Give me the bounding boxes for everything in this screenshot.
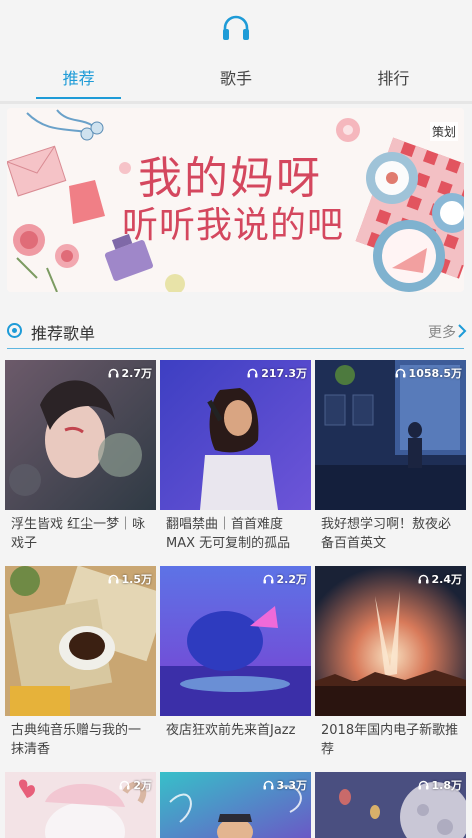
play-count: 3.3万 [263,777,308,793]
headphone-icon [263,780,273,790]
more-link[interactable]: 更多 [428,322,456,342]
play-count-text: 2.4万 [431,573,463,586]
playlist-name[interactable]: 2018年国内电子新歌推荐 [321,721,463,759]
headphone-icon [108,574,118,584]
playlist-name[interactable]: 浮生皆戏 红尘一梦｜咏戏子 [11,515,153,553]
section-underline [7,348,464,349]
play-count-text: 2.7万 [121,367,153,380]
playlist-cover[interactable] [160,566,311,716]
play-count-text: 1058.5万 [408,367,462,380]
chevron-right-icon[interactable] [456,323,468,339]
banner-title-line2: 听听我说的吧 [122,205,345,245]
tab-singers[interactable]: 歌手 [157,60,314,100]
playlist-cover[interactable] [5,360,156,510]
play-count-text: 1.5万 [121,573,153,586]
tab-recommend[interactable]: 推荐 [0,60,157,100]
playlist-name[interactable]: 翻唱禁曲｜首首难度MAX 无可复制的孤品 [166,515,308,553]
play-count: 2万 [119,777,152,793]
play-count-text: 2万 [133,779,152,792]
section-dot-icon [7,323,22,338]
headphone-icon [119,780,130,790]
headphone-logo-icon [0,14,472,44]
playlist-name[interactable]: 古典纯音乐赠与我的一抹清香 [11,721,153,759]
tab-bar: 推荐 歌手 排行 [0,60,472,100]
tabs-divider [0,101,472,104]
play-count-text: 3.3万 [276,779,308,792]
play-count: 2.4万 [418,571,463,587]
playlist-cover[interactable] [5,566,156,716]
headphone-icon [418,780,428,790]
play-count: 2.2万 [263,571,308,587]
section-title: 推荐歌单 [31,324,96,343]
playlist-cover[interactable] [160,360,311,510]
play-count: 1.5万 [108,571,153,587]
play-count-text: 2.2万 [276,573,308,586]
playlist-name[interactable]: 夜店狂欢前先来首Jazz [166,721,308,740]
playlist-cover[interactable] [315,566,466,716]
recommended-playlists-header: 推荐歌单 更多 [0,316,472,346]
play-count-text: 1.8万 [431,779,463,792]
play-count: 1.8万 [418,777,463,793]
play-count: 2.7万 [108,365,153,381]
playlist-cover[interactable] [315,360,466,510]
headphone-icon [395,368,406,378]
headphone-icon [108,368,118,378]
play-count: 1058.5万 [395,365,462,381]
tab-ranking[interactable]: 排行 [315,60,472,100]
headphone-icon [247,368,258,378]
headphone-icon [418,574,428,584]
playlist-name[interactable]: 我好想学习啊！敖夜必备百首英文 [321,515,463,553]
play-count: 217.3万 [247,365,307,381]
play-count-text: 217.3万 [261,367,307,380]
banner-tag: 策划 [429,122,458,141]
headphone-icon [263,574,273,584]
